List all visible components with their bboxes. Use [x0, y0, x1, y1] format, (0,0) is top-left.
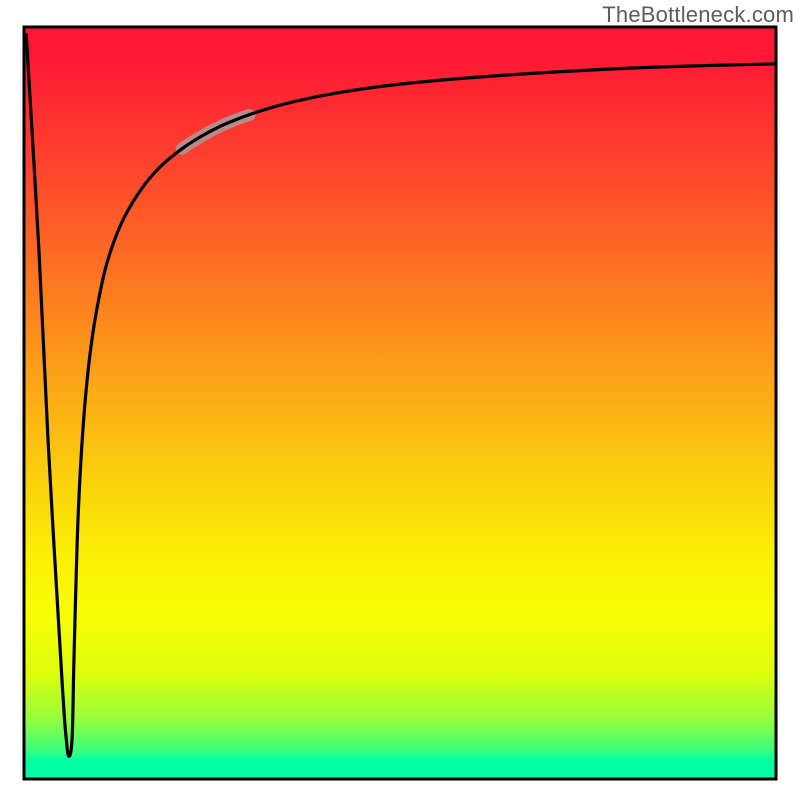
heatmap-background — [24, 27, 776, 779]
chart-container: TheBottleneck.com — [0, 0, 800, 800]
bottleneck-chart — [0, 0, 800, 800]
watermark-label: TheBottleneck.com — [602, 2, 794, 28]
